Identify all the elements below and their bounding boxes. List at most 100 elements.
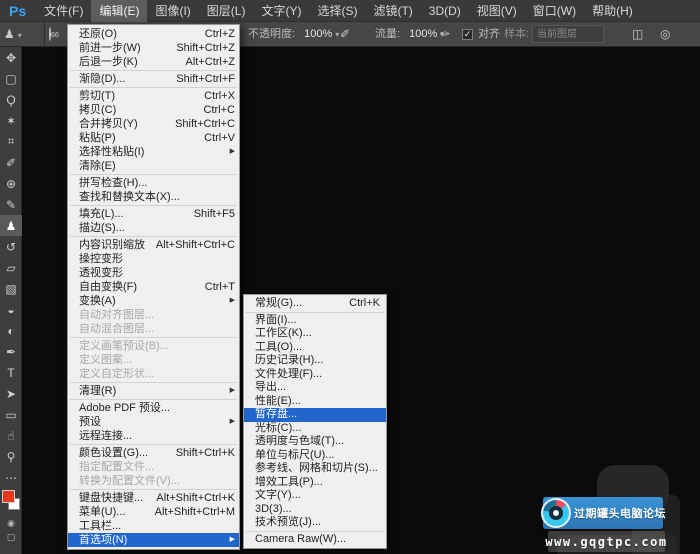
preferences-submenu-item[interactable]: Camera Raw(W)... [244, 533, 386, 547]
edit-menu-item[interactable]: 内容识别缩放 Alt+Shift+Ctrl+C [68, 238, 239, 252]
preferences-submenu-item[interactable]: 常规(G)... Ctrl+K [244, 297, 386, 311]
zoom-tool[interactable]: ⚲ [0, 446, 22, 467]
preferences-submenu-item[interactable]: 工具(O)... [244, 341, 386, 355]
menu-item-label: 定义图案... [79, 354, 133, 366]
align-checkbox[interactable]: ✓ [462, 28, 473, 40]
preferences-submenu-item[interactable]: 透明度与色域(T)... [244, 435, 386, 449]
edit-menu-item[interactable]: 远程连接... [68, 429, 239, 443]
sample-dropdown[interactable]: 当前图层 [532, 25, 604, 43]
pen-pressure-size-icon[interactable]: ◎ [660, 22, 670, 46]
edit-menu-item[interactable]: 自由变换(F) Ctrl+T [68, 280, 239, 294]
hand-tool[interactable]: ☝ [0, 425, 22, 446]
menubar-item[interactable]: 图像(I) [147, 0, 198, 22]
shape-tool[interactable]: ▭ [0, 404, 22, 425]
preferences-submenu-item[interactable]: 参考线、网格和切片(S)... [244, 462, 386, 476]
quick-mask-icon[interactable]: ◉ [0, 516, 22, 530]
dodge-tool[interactable]: ◐ [0, 320, 22, 341]
airbrush-icon[interactable]: ✑ [440, 22, 450, 46]
edit-menu-item[interactable]: 粘贴(P) Ctrl+V [68, 131, 239, 145]
edit-menu-item[interactable]: 清理(R) ▶ [68, 384, 239, 398]
edit-menu-item[interactable]: 清除(E) [68, 159, 239, 173]
edit-menu-item[interactable]: 后退一步(K) Alt+Ctrl+Z [68, 55, 239, 69]
preferences-submenu-item[interactable]: 性能(E)... [244, 395, 386, 409]
preferences-submenu-item[interactable]: 3D(3)... [244, 503, 386, 517]
pen-pressure-opacity-icon[interactable]: ✐ [340, 22, 350, 46]
edit-menu-item[interactable]: 还原(O) Ctrl+Z [68, 27, 239, 41]
menubar-item[interactable]: 编辑(E) [91, 0, 148, 22]
flow-control[interactable]: 流量: 100% ▾ [375, 22, 444, 46]
menubar-item[interactable]: 视图(V) [469, 0, 525, 22]
toolbar-more[interactable]: ⋯ [0, 467, 22, 488]
edit-menu-item[interactable]: 首选项(N) ▶ [68, 533, 239, 547]
ignore-adjustment-layers-icon[interactable]: ◫ [632, 22, 643, 46]
crop-tool[interactable]: ⌗ [0, 131, 22, 152]
menubar-item[interactable]: 文件(F) [36, 0, 91, 22]
opacity-value[interactable]: 100% [304, 28, 332, 40]
eraser-tool[interactable]: ▱ [0, 257, 22, 278]
preferences-submenu-item[interactable]: 文字(Y)... [244, 489, 386, 503]
brush-preset-picker[interactable]: 66 [49, 22, 59, 46]
path-selection-tool[interactable]: ➤ [0, 383, 22, 404]
menubar-item[interactable]: 3D(D) [421, 0, 469, 22]
history-brush-tool[interactable]: ↺ [0, 236, 22, 257]
edit-menu-item[interactable]: 合并拷贝(Y) Shift+Ctrl+C [68, 117, 239, 131]
menu-item-label: 键盘快捷键... [79, 492, 144, 504]
spot-healing-brush-tool[interactable]: ⊕ [0, 173, 22, 194]
preferences-submenu-item[interactable]: 暂存盘... [244, 408, 386, 422]
marquee-tool[interactable]: ▢ [0, 68, 22, 89]
eyedropper-tool[interactable]: ✐ [0, 152, 22, 173]
edit-menu-item[interactable]: 键盘快捷键... Alt+Shift+Ctrl+K [68, 491, 239, 505]
menubar-item[interactable]: 选择(S) [309, 0, 365, 22]
lasso-tool[interactable]: Ϙ [0, 89, 22, 110]
foreground-color-swatch[interactable] [2, 490, 15, 503]
blur-tool[interactable]: ◒ [0, 299, 22, 320]
chevron-down-icon[interactable]: ▾ [335, 30, 339, 39]
menubar-item[interactable]: 窗口(W) [525, 0, 584, 22]
preferences-submenu-item[interactable]: 光标(C)... [244, 422, 386, 436]
quick-selection-tool[interactable]: ✶ [0, 110, 22, 131]
preferences-submenu-item[interactable]: 历史记录(H)... [244, 354, 386, 368]
align-option[interactable]: ✓ 对齐 [462, 22, 500, 46]
edit-menu-item[interactable]: 描边(S)... [68, 221, 239, 235]
menubar-item[interactable]: 滤镜(T) [365, 0, 420, 22]
preferences-submenu-item[interactable]: 导出... [244, 381, 386, 395]
opacity-control[interactable]: 不透明度: 100% ▾ [248, 22, 339, 46]
brush-tool[interactable]: ✎ [0, 194, 22, 215]
edit-menu-item[interactable]: 变换(A) ▶ [68, 294, 239, 308]
preferences-submenu-item[interactable]: 界面(I)... [244, 314, 386, 328]
preferences-submenu-item[interactable]: 单位与标尺(U)... [244, 449, 386, 463]
edit-menu-item[interactable]: 颜色设置(G)... Shift+Ctrl+K [68, 446, 239, 460]
edit-menu-item[interactable]: 预设 ▶ [68, 415, 239, 429]
menu-item-label: 性能(E)... [255, 394, 301, 407]
edit-menu-item[interactable]: 操控变形 [68, 252, 239, 266]
edit-menu-item[interactable]: 菜单(U)... Alt+Shift+Ctrl+M [68, 505, 239, 519]
edit-menu-item[interactable]: 查找和替换文本(X)... [68, 190, 239, 204]
type-tool[interactable]: T [0, 362, 22, 383]
preferences-submenu-item[interactable]: 文件处理(F)... [244, 368, 386, 382]
gradient-tool[interactable]: ▧ [0, 278, 22, 299]
color-swatches[interactable] [0, 490, 22, 516]
edit-menu-item[interactable]: 剪切(T) Ctrl+X [68, 89, 239, 103]
clone-stamp-icon: ♟ [4, 27, 15, 41]
edit-menu-item[interactable]: 透视变形 [68, 266, 239, 280]
tool-preset-picker[interactable]: ♟ ▾ [4, 22, 22, 46]
move-tool[interactable]: ✥ [0, 47, 22, 68]
edit-menu-item[interactable]: 渐隐(D)... Shift+Ctrl+F [68, 72, 239, 86]
clone-stamp-tool[interactable]: ♟ [0, 215, 22, 236]
edit-menu-item[interactable]: Adobe PDF 预设... [68, 401, 239, 415]
edit-menu-item[interactable]: 拼写检查(H)... [68, 176, 239, 190]
edit-menu-item[interactable]: 填充(L)... Shift+F5 [68, 207, 239, 221]
pen-tool[interactable]: ✒ [0, 341, 22, 362]
edit-menu-item[interactable]: 工具栏... [68, 519, 239, 533]
preferences-submenu-item[interactable]: 增效工具(P)... [244, 476, 386, 490]
flow-value[interactable]: 100% [409, 28, 437, 40]
preferences-submenu-item[interactable]: 技术预览(J)... [244, 516, 386, 530]
menubar-item[interactable]: 帮助(H) [584, 0, 641, 22]
edit-menu-item[interactable]: 拷贝(C) Ctrl+C [68, 103, 239, 117]
menubar-item[interactable]: 图层(L) [199, 0, 254, 22]
edit-menu-item[interactable]: 前进一步(W) Shift+Ctrl+Z [68, 41, 239, 55]
edit-menu-item[interactable]: 选择性粘贴(I) ▶ [68, 145, 239, 159]
screen-mode-icon[interactable]: ▢ [0, 530, 22, 544]
preferences-submenu-item[interactable]: 工作区(K)... [244, 327, 386, 341]
menubar-item[interactable]: 文字(Y) [253, 0, 309, 22]
